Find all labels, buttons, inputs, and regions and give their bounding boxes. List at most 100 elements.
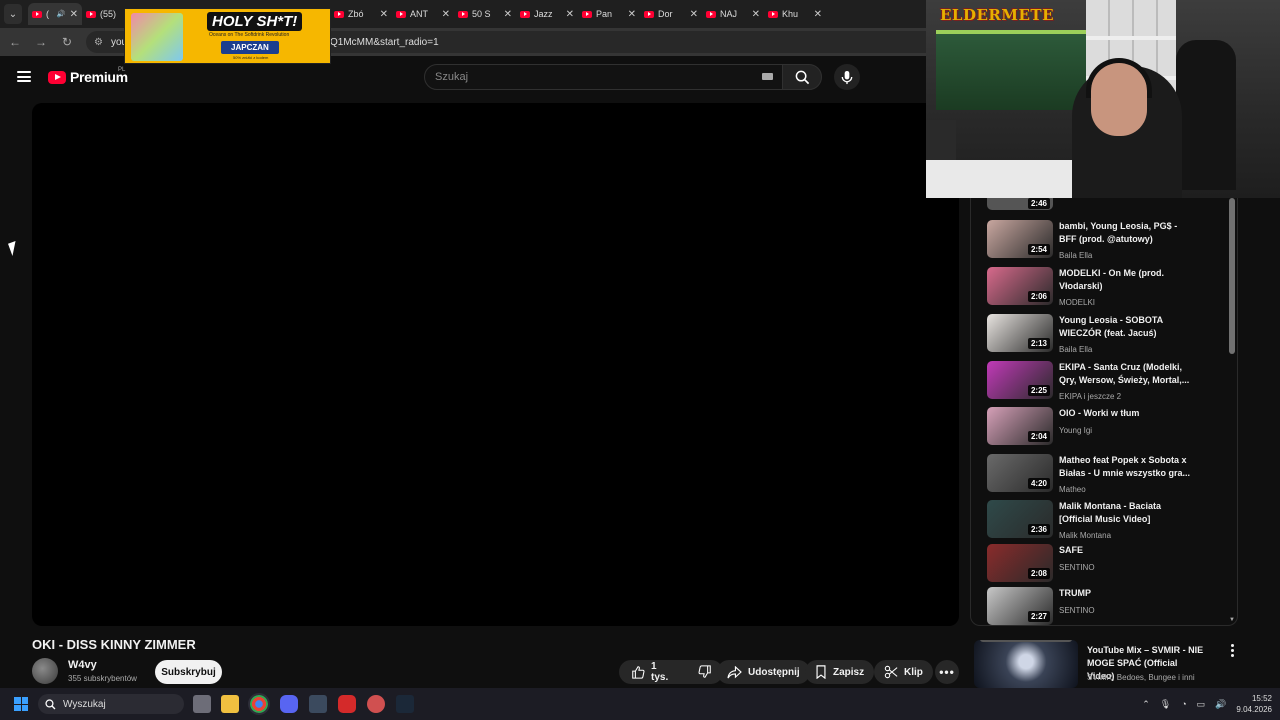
- voice-search-button[interactable]: [834, 64, 860, 90]
- tab-search-dropdown[interactable]: ⌄: [4, 4, 22, 24]
- subscriber-count: 355 subskrybentów: [68, 674, 137, 683]
- tab-close-icon[interactable]: ✕: [690, 9, 698, 20]
- tab-close-icon[interactable]: ✕: [752, 9, 760, 20]
- tab-title: NAJ: [720, 9, 738, 19]
- browser-tab[interactable]: 50 S ✕: [454, 3, 516, 25]
- list-item[interactable]: 2:06 MODELKI - On Me (prod. Vłodarski) MOD…: [987, 267, 1202, 311]
- duration-badge: 2:13: [1027, 338, 1050, 349]
- playlist-scrollbar[interactable]: [1229, 198, 1235, 354]
- clock[interactable]: 15:52 9.04.2026: [1236, 693, 1272, 715]
- youtube-favicon-icon: [768, 10, 778, 18]
- channel-name[interactable]: W4vy: [68, 659, 137, 671]
- share-button[interactable]: Udostępnij: [717, 660, 810, 684]
- more-actions-button[interactable]: •••: [935, 660, 959, 684]
- duration-badge: 2:06: [1027, 291, 1050, 302]
- discord-icon[interactable]: [280, 695, 298, 713]
- back-icon[interactable]: ←: [8, 35, 22, 49]
- list-item[interactable]: 2:25 EKIPA - Santa Cruz (Modelki, Qry, We…: [987, 361, 1202, 405]
- audio-playing-icon[interactable]: 🔊: [57, 10, 66, 18]
- video-thumbnail: 4:20: [987, 454, 1053, 492]
- thumbs-down-icon[interactable]: [698, 665, 712, 679]
- youtube-logo[interactable]: Premium: [48, 69, 128, 85]
- video-thumbnail: 2:06: [987, 267, 1053, 305]
- steam-icon[interactable]: [396, 695, 414, 713]
- subscribe-button[interactable]: Subskrybuj: [155, 660, 222, 684]
- video-thumbnail: 2:08: [987, 544, 1053, 582]
- chevron-up-icon[interactable]: ⌃: [1142, 699, 1150, 710]
- video-thumbnail: 2:36: [987, 500, 1053, 538]
- volume-icon[interactable]: 🔊: [1215, 699, 1226, 710]
- scroll-down-icon[interactable]: ▼: [1229, 617, 1235, 623]
- browser-tab[interactable]: Khu ✕: [764, 3, 826, 25]
- share-icon: [727, 665, 742, 678]
- list-item[interactable]: 2:13 Young Leosia - SOBOTA WIECZÓR (feat.…: [987, 314, 1202, 358]
- keyboard-icon[interactable]: [762, 73, 773, 80]
- browser-tab[interactable]: Zbó ✕: [330, 3, 392, 25]
- list-item-channel: Young Igi: [1059, 426, 1093, 435]
- like-button[interactable]: 1 tys.: [619, 660, 723, 684]
- browser-tab[interactable]: Pan ✕: [578, 3, 640, 25]
- list-item[interactable]: 2:36 Malik Montana - Baciata [Official Mu…: [987, 500, 1202, 544]
- save-button[interactable]: Zapisz: [805, 660, 875, 684]
- video-player[interactable]: [32, 103, 959, 626]
- webcam-overlay: ELDERMETE: [926, 0, 1280, 198]
- tab-close-icon[interactable]: ✕: [566, 9, 574, 20]
- browser-tab[interactable]: (🔊 ✕: [28, 3, 82, 25]
- address-url-suffix: Q1McMM&start_radio=1: [330, 37, 439, 48]
- youtube-favicon-icon: [334, 10, 344, 18]
- more-vertical-icon[interactable]: [1228, 644, 1236, 657]
- tab-title: Pan: [596, 9, 613, 19]
- app-icon-2[interactable]: [367, 695, 385, 713]
- list-item[interactable]: 2:54 bambi, Young Leosia, PG$ - BFF (prod…: [987, 220, 1202, 264]
- tab-close-icon[interactable]: ✕: [70, 9, 78, 20]
- video-title: OKI - DISS KINNY ZIMMER: [32, 637, 196, 652]
- search-input[interactable]: Szukaj: [424, 64, 784, 90]
- list-item-channel: SENTINO: [1059, 563, 1095, 572]
- list-item-title: Young Leosia - SOBOTA WIECZÓR (feat. Jac…: [1059, 315, 1163, 338]
- mouse-cursor-icon: [8, 241, 20, 256]
- chrome-icon[interactable]: [248, 693, 270, 715]
- microphone-icon: [841, 70, 853, 84]
- list-item-title: Matheo feat Popek x Sobota x Białas - U …: [1059, 455, 1191, 478]
- channel-avatar[interactable]: [32, 658, 58, 684]
- display-icon[interactable]: ▭: [1197, 699, 1206, 710]
- video-thumbnail: 2:46: [987, 198, 1053, 210]
- search-button[interactable]: [782, 64, 822, 90]
- app-icon[interactable]: [309, 695, 327, 713]
- tab-close-icon[interactable]: ✕: [814, 9, 822, 20]
- duration-badge: 2:08: [1027, 568, 1050, 579]
- video-thumbnail: 2:27: [987, 587, 1053, 625]
- tab-close-icon[interactable]: ✕: [380, 9, 388, 20]
- tab-close-icon[interactable]: ✕: [504, 9, 512, 20]
- list-item[interactable]: 2:04 OIO - Worki w tłum Young Igi: [987, 407, 1202, 451]
- list-item-title: bambi, Young Leosia, PG$ - BFF (prod. @a…: [1059, 221, 1178, 244]
- file-explorer-icon[interactable]: [221, 695, 239, 713]
- system-tray: ⌃ 🎙 ◔ ▭ 🔊 15:52 9.04.2026: [1142, 688, 1272, 720]
- task-view-icon[interactable]: [193, 695, 211, 713]
- forward-icon[interactable]: →: [34, 35, 48, 49]
- recorder-icon[interactable]: [338, 695, 356, 713]
- browser-tab[interactable]: ANT ✕: [392, 3, 454, 25]
- tab-close-icon[interactable]: ✕: [442, 9, 450, 20]
- youtube-favicon-icon: [520, 10, 530, 18]
- list-item[interactable]: 2:27 TRUMP SENTINO: [987, 587, 1202, 626]
- webcam-aquarium: [936, 30, 1086, 110]
- tab-title: 50 S: [472, 9, 491, 19]
- windows-start-icon[interactable]: [14, 697, 28, 711]
- browser-tab[interactable]: Dor ✕: [640, 3, 702, 25]
- clock-time: 15:52: [1251, 694, 1272, 703]
- browser-tab[interactable]: Jazz ✕: [516, 3, 578, 25]
- list-item[interactable]: 4:20 Matheo feat Popek x Sobota x Białas …: [987, 454, 1202, 498]
- tab-close-icon[interactable]: ✕: [628, 9, 636, 20]
- youtube-mix-card[interactable]: YouTube Mix – SVMIR - NIE MOGE SPAĆ (Off…: [970, 636, 1240, 688]
- microphone-tray-icon[interactable]: 🎙: [1160, 699, 1171, 710]
- site-info-icon[interactable]: ⚙: [94, 37, 103, 48]
- browser-tab[interactable]: NAJ ✕: [702, 3, 764, 25]
- taskbar-search[interactable]: Wyszukaj: [38, 694, 184, 714]
- duration-badge: 2:25: [1027, 385, 1050, 396]
- wifi-icon[interactable]: ◔: [1181, 699, 1186, 709]
- clip-button[interactable]: Klip: [874, 660, 933, 684]
- menu-icon[interactable]: [17, 71, 31, 82]
- list-item[interactable]: 2:08 SAFE SENTINO: [987, 544, 1202, 588]
- reload-icon[interactable]: ↻: [60, 35, 74, 49]
